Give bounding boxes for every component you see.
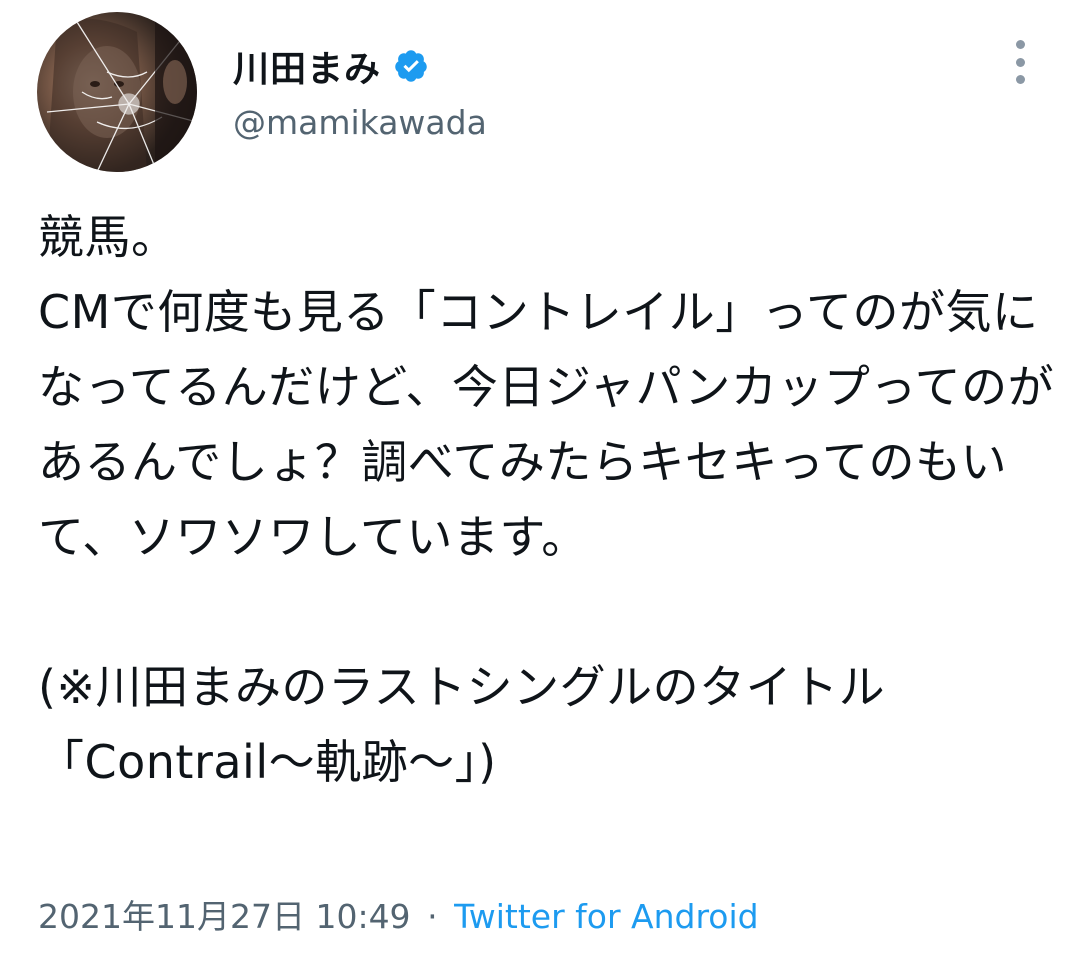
meta-separator: · — [427, 897, 438, 936]
author-handle[interactable]: @mamikawada — [233, 103, 487, 142]
tweet: 川田まみ @mamikawada 競馬。 CMで何度も見る「コントレイル」っての… — [0, 0, 1079, 971]
author-name-row: 川田まみ — [233, 40, 429, 92]
more-dot — [1015, 57, 1025, 67]
avatar-image — [46, 12, 197, 172]
more-dot — [1015, 75, 1025, 84]
tweet-source-link[interactable]: Twitter for Android — [454, 897, 759, 936]
author-display-name[interactable]: 川田まみ — [233, 40, 381, 92]
avatar[interactable] — [37, 12, 197, 172]
tweet-text: 競馬。 CMで何度も見る「コントレイル」ってのが気になってるんだけど、今日ジャパ… — [38, 210, 1055, 789]
tweet-timestamp[interactable]: 2021年11月27日 10:49 — [38, 897, 411, 936]
tweet-metadata: 2021年11月27日 10:49 · Twitter for Android — [38, 893, 759, 941]
more-options-icon[interactable] — [1004, 40, 1036, 84]
verified-badge-icon — [395, 50, 427, 82]
more-dot — [1015, 40, 1025, 49]
